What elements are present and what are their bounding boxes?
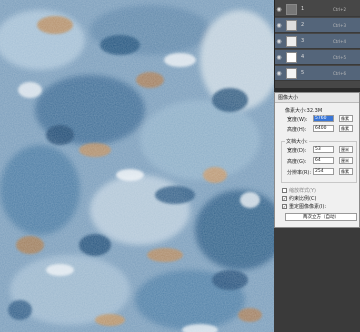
resolution-input[interactable]: 254 <box>313 168 334 175</box>
channel-row[interactable]: ◉ 4 Ctrl+5 <box>275 50 360 65</box>
eye-icon[interactable]: ◉ <box>275 66 283 81</box>
channel-thumbnail <box>286 3 297 15</box>
width-unit-select[interactable]: 像素 <box>339 115 353 122</box>
channel-row[interactable]: ◉ 5 Ctrl+6 <box>275 66 360 81</box>
doc-width-label: 宽度(D): <box>287 148 307 154</box>
doc-height-label: 高度(G): <box>287 159 307 165</box>
artwork-canvas[interactable] <box>0 0 274 332</box>
width-label: 宽度(W): <box>287 117 308 123</box>
channel-name: 3 <box>301 38 305 44</box>
channel-row[interactable]: ◉ 3 Ctrl+4 <box>275 34 360 49</box>
channel-row[interactable]: ◉ 2 Ctrl+3 <box>275 18 360 33</box>
resample-checkbox[interactable]: ✓ <box>282 204 287 209</box>
resolution-unit-select[interactable]: 像素 <box>339 168 353 175</box>
eye-icon[interactable]: ◉ <box>275 34 283 49</box>
resolution-label: 分辨率(R): <box>287 170 312 176</box>
constrain-label: 约束比例(C) <box>289 196 317 202</box>
channel-shortcut: Ctrl+5 <box>333 54 347 60</box>
resample-method-select[interactable]: 两次立方（自动） <box>285 213 357 221</box>
channels-panel: ◉ 1 Ctrl+2 ◉ 2 Ctrl+3 ◉ 3 Ctrl+4 ◉ 4 Ctr… <box>274 0 360 88</box>
doc-height-unit-select[interactable]: 厘米 <box>339 157 353 164</box>
height-label: 高度(H): <box>287 127 307 133</box>
doc-height-input[interactable]: 64 <box>313 157 334 164</box>
panel-background <box>274 228 360 332</box>
width-input[interactable]: 5760 <box>313 115 334 122</box>
eye-icon[interactable]: ◉ <box>275 50 283 65</box>
image-size-dialog: 图像大小 像素大小:32.3M 宽度(W): 5760 像素 高度(H): 64… <box>274 92 360 228</box>
scale-styles-checkbox[interactable] <box>282 188 287 193</box>
eye-icon[interactable]: ◉ <box>275 18 283 33</box>
resample-label: 重定图像像素(I): <box>289 204 327 210</box>
channel-shortcut: Ctrl+3 <box>333 22 347 28</box>
channel-thumbnail <box>286 19 297 31</box>
scale-styles-label: 缩放样式(Y) <box>289 188 316 194</box>
eye-icon[interactable]: ◉ <box>275 2 283 17</box>
dialog-title: 图像大小 <box>275 93 359 103</box>
channel-shortcut: Ctrl+6 <box>333 70 347 76</box>
channel-thumbnail <box>286 51 297 63</box>
channel-name: 4 <box>301 54 305 60</box>
doc-width-input[interactable]: 53 <box>313 146 334 153</box>
pixel-dimensions-label: 像素大小:32.3M <box>285 108 323 114</box>
channel-name: 1 <box>301 6 305 12</box>
channel-row[interactable]: ◉ 1 Ctrl+2 <box>275 2 360 17</box>
constrain-checkbox[interactable]: ✓ <box>282 196 287 201</box>
document-size-label: 文档大小: <box>285 138 309 145</box>
height-input[interactable]: 6400 <box>313 125 334 132</box>
channel-shortcut: Ctrl+2 <box>333 6 347 12</box>
channel-thumbnail <box>286 35 297 47</box>
channel-thumbnail <box>286 67 297 79</box>
channel-shortcut: Ctrl+4 <box>333 38 347 44</box>
doc-width-unit-select[interactable]: 厘米 <box>339 146 353 153</box>
channel-name: 2 <box>301 22 305 28</box>
artwork-image <box>0 0 274 332</box>
height-unit-select[interactable]: 像素 <box>339 125 353 132</box>
channel-name: 5 <box>301 70 305 76</box>
